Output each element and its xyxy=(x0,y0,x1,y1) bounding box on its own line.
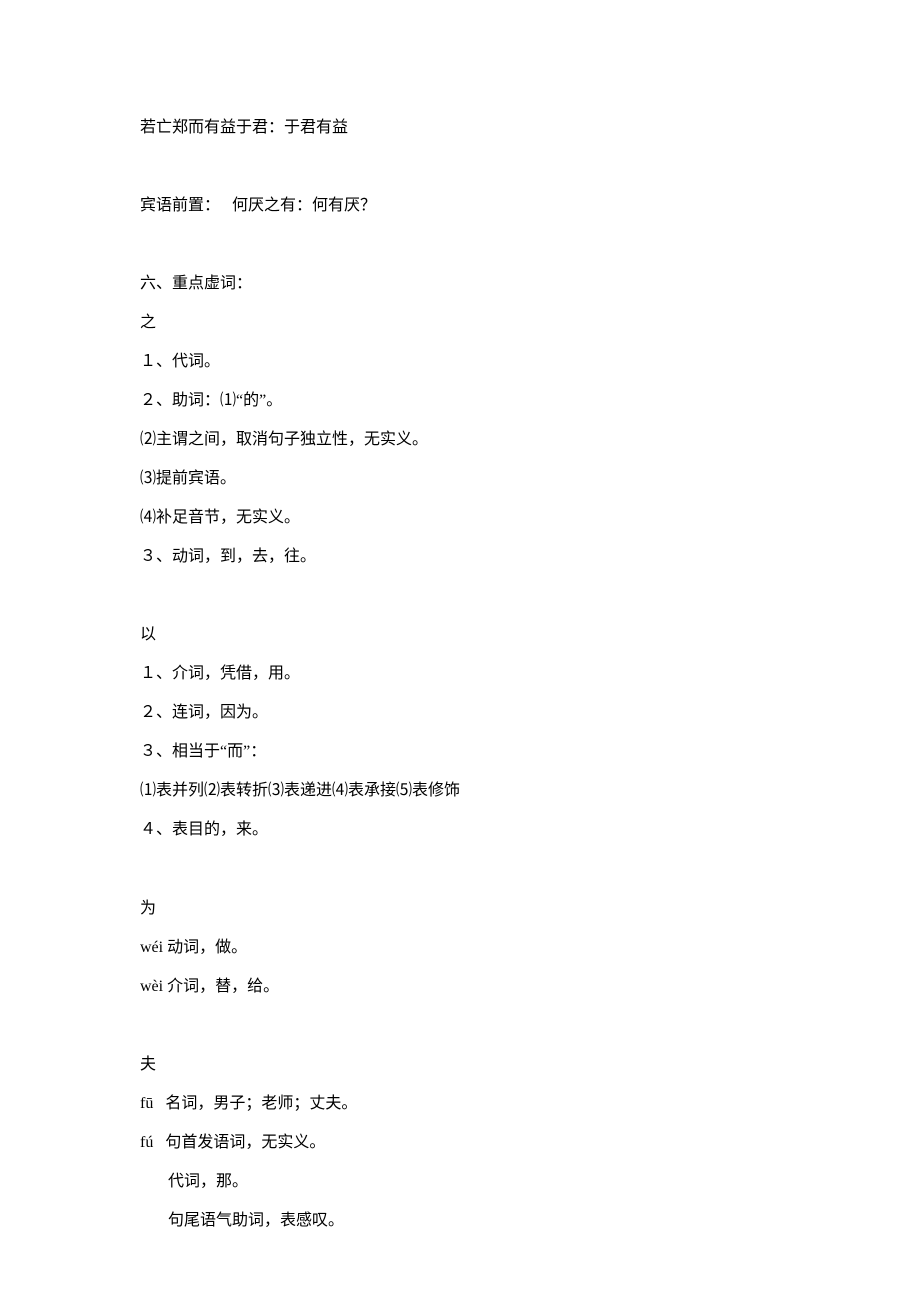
text-line: ２、连词，因为。 xyxy=(140,693,780,732)
text-line: wéi 动词，做。 xyxy=(140,928,780,967)
text-line: ⑵主谓之间，取消句子独立性，无实义。 xyxy=(140,420,780,459)
text-line: ４、表目的，来。 xyxy=(140,810,780,849)
text-line: 句尾语气助词，表感叹。 xyxy=(140,1201,780,1240)
blank-line xyxy=(140,147,780,186)
text-line: 为 xyxy=(140,889,780,928)
document-page: 若亡郑而有益于君：于君有益 宾语前置： 何厌之有：何有厌？ 六、重点虚词： 之 … xyxy=(0,0,920,1302)
blank-line xyxy=(140,1006,780,1045)
text-line: 以 xyxy=(140,615,780,654)
blank-line xyxy=(140,576,780,615)
text-line: １、介词，凭借，用。 xyxy=(140,654,780,693)
text-line: ３、相当于“而”： xyxy=(140,732,780,771)
text-line: 代词，那。 xyxy=(140,1162,780,1201)
text-line: ３、动词，到，去，往。 xyxy=(140,537,780,576)
text-line: 宾语前置： 何厌之有：何有厌？ xyxy=(140,186,780,225)
text-line: 之 xyxy=(140,303,780,342)
text-line: fū 名词，男子；老师；丈夫。 xyxy=(140,1084,780,1123)
blank-line xyxy=(140,850,780,889)
text-line: wèi 介词，替，给。 xyxy=(140,967,780,1006)
text-line: fú 句首发语词，无实义。 xyxy=(140,1123,780,1162)
text-line: ⑶提前宾语。 xyxy=(140,459,780,498)
blank-line xyxy=(140,225,780,264)
text-line: １、代词。 xyxy=(140,342,780,381)
text-line: ⑴表并列⑵表转折⑶表递进⑷表承接⑸表修饰 xyxy=(140,771,780,810)
text-line: ⑷补足音节，无实义。 xyxy=(140,498,780,537)
text-line: 夫 xyxy=(140,1045,780,1084)
text-line: 若亡郑而有益于君：于君有益 xyxy=(140,108,780,147)
text-line: ２、助词：⑴“的”。 xyxy=(140,381,780,420)
section-heading: 六、重点虚词： xyxy=(140,264,780,303)
